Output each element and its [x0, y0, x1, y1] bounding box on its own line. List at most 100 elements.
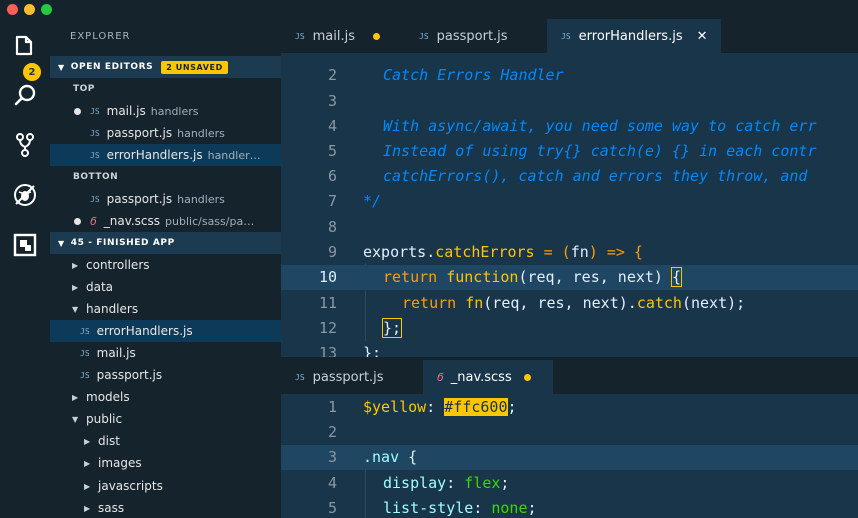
code-line: 2 Catch Errors Handler	[327, 66, 564, 84]
tab-label: passport.js	[436, 28, 508, 44]
debug-icon[interactable]	[11, 181, 39, 209]
tree-file[interactable]: JS mail.js	[50, 342, 281, 364]
open-editor-path: handler…	[207, 148, 261, 162]
js-file-icon: JS	[561, 31, 571, 41]
chevron-right-icon: ▶	[84, 503, 91, 513]
chevron-right-icon: ▶	[84, 436, 91, 446]
activity-bar: 2	[0, 19, 50, 518]
js-file-icon: JS	[90, 150, 100, 160]
tree-folder[interactable]: ▶ images	[50, 452, 281, 474]
tab-nav-scss[interactable]: ϭ _nav.scss	[423, 360, 553, 394]
open-editors-header[interactable]: ▼ OPEN EDITORS 2 UNSAVED	[50, 56, 281, 78]
tree-folder[interactable]: ▶ models	[50, 386, 281, 408]
unsaved-dot-icon	[74, 107, 81, 115]
tab-passport-js[interactable]: JS passport.js	[405, 19, 545, 53]
tree-folder[interactable]: ▶ javascripts	[50, 475, 281, 497]
tree-item-label: errorHandlers.js	[96, 324, 193, 338]
unsaved-dot-icon	[523, 373, 531, 381]
open-editor-item[interactable]: ϭ _nav.scss public/sass/pa…	[50, 210, 281, 232]
code-line: 9 exports.catchErrors = (fn) => {	[327, 243, 643, 261]
tree-item-label: sass	[98, 501, 125, 515]
js-file-icon: JS	[295, 372, 305, 382]
tab-passport-js-bottom[interactable]: JS passport.js	[281, 360, 421, 394]
tree-folder[interactable]: ▶ controllers	[50, 254, 281, 276]
open-editor-path: handlers	[177, 126, 225, 140]
code-line-current: 3 .nav {	[281, 445, 858, 470]
tab-errorhandlers-js[interactable]: JS errorHandlers.js ✕	[547, 19, 721, 53]
tab-label: mail.js	[312, 28, 356, 44]
top-editor-tabbar: JS mail.js JS passport.js JS errorHandle…	[281, 19, 858, 53]
minimize-window-button[interactable]	[24, 4, 35, 15]
unsaved-dot-icon	[373, 32, 381, 40]
code-line: 5 list-style: none;	[327, 499, 537, 517]
tree-folder[interactable]: ▶ dist	[50, 430, 281, 452]
code-line: 5 Instead of using try{} catch(e) {} in e…	[327, 142, 817, 160]
open-editor-item-active[interactable]: JS errorHandlers.js handler…	[50, 144, 281, 166]
tree-folder[interactable]: ▼ public	[50, 408, 281, 430]
tree-item-label: data	[86, 280, 114, 294]
chevron-right-icon: ▶	[72, 282, 79, 292]
tree-file[interactable]: JS passport.js	[50, 364, 281, 386]
code-line: 1 $yellow: #ffc600;	[327, 398, 517, 416]
unsaved-count-badge: 2	[23, 63, 41, 81]
group-top-label: TOP	[73, 84, 95, 94]
js-file-icon: JS	[419, 31, 429, 41]
tab-mail-js[interactable]: JS mail.js	[281, 19, 401, 53]
top-code-editor[interactable]: 2 Catch Errors Handler 3 4 With async/awai…	[281, 53, 858, 357]
chevron-down-icon: ▼	[72, 414, 79, 424]
search-icon[interactable]	[11, 81, 39, 109]
close-window-button[interactable]	[7, 4, 18, 15]
open-editor-name: mail.js	[106, 104, 146, 118]
js-file-icon: JS	[90, 106, 100, 116]
chevron-right-icon: ▶	[72, 392, 79, 402]
open-editor-name: _nav.scss	[103, 214, 161, 228]
open-editors-label: OPEN EDITORS	[70, 62, 154, 72]
tree-file-active[interactable]: JS errorHandlers.js	[50, 320, 281, 342]
bottom-code-editor[interactable]: 1 $yellow: #ffc600; 2 3 .nav { 4 display: f…	[281, 394, 858, 518]
sass-file-icon: ϭ	[90, 214, 97, 228]
chevron-down-icon: ▼	[58, 238, 65, 248]
code-line: 11 return fn(req, res, next).catch(next);	[318, 294, 746, 312]
open-editor-item[interactable]: JS passport.js handlers	[50, 188, 281, 210]
code-line: 6 catchErrors(), catch and errors they th…	[327, 167, 808, 185]
open-editor-item[interactable]: JS passport.js handlers	[50, 122, 281, 144]
open-editor-path: handlers	[150, 104, 199, 118]
chevron-down-icon: ▼	[58, 62, 65, 72]
tab-label: passport.js	[312, 369, 384, 385]
group-bottom-label: BOTTON	[73, 172, 119, 182]
source-control-icon[interactable]	[11, 131, 39, 159]
code-line: 8	[327, 218, 337, 236]
sass-file-icon: ϭ	[437, 370, 444, 384]
extensions-icon[interactable]	[11, 231, 39, 259]
open-editor-name: passport.js	[106, 126, 173, 140]
open-editor-path: handlers	[177, 192, 225, 206]
tab-label: errorHandlers.js	[578, 28, 683, 44]
tree-item-label: dist	[98, 434, 120, 448]
chevron-right-icon: ▶	[72, 260, 79, 270]
tree-item-label: images	[98, 456, 142, 470]
unsaved-badge: 2 UNSAVED	[161, 60, 228, 74]
open-editor-path: public/sass/pa…	[165, 214, 255, 228]
explorer-sidebar: EXPLORER ▼ OPEN EDITORS 2 UNSAVED TOP JS…	[50, 19, 281, 518]
code-line: 12};	[318, 318, 403, 338]
tree-folder[interactable]: ▼ handlers	[50, 298, 281, 320]
project-header[interactable]: ▼ 45 - FINISHED APP	[50, 232, 281, 254]
close-icon[interactable]: ✕	[697, 29, 708, 44]
tree-item-label: javascripts	[98, 479, 163, 493]
bottom-editor-tabbar: JS passport.js ϭ _nav.scss	[281, 360, 858, 394]
chevron-down-icon: ▼	[72, 304, 79, 314]
code-line-current: 10 return function(req, res, next) {	[281, 265, 858, 290]
js-file-icon: JS	[80, 326, 90, 336]
files-icon[interactable]	[11, 31, 39, 59]
tree-folder[interactable]: ▶ data	[50, 276, 281, 298]
tree-item-label: models	[86, 390, 130, 404]
unsaved-dot-icon	[74, 217, 81, 225]
tree-folder[interactable]: ▶ sass	[50, 497, 281, 518]
open-editor-item[interactable]: JS mail.js handlers	[50, 100, 281, 122]
js-file-icon: JS	[80, 348, 90, 358]
maximize-window-button[interactable]	[41, 4, 52, 15]
code-line: 2	[327, 423, 337, 441]
code-line: 3	[327, 92, 337, 110]
tree-item-label: controllers	[86, 258, 150, 272]
tree-item-label: handlers	[86, 302, 139, 316]
